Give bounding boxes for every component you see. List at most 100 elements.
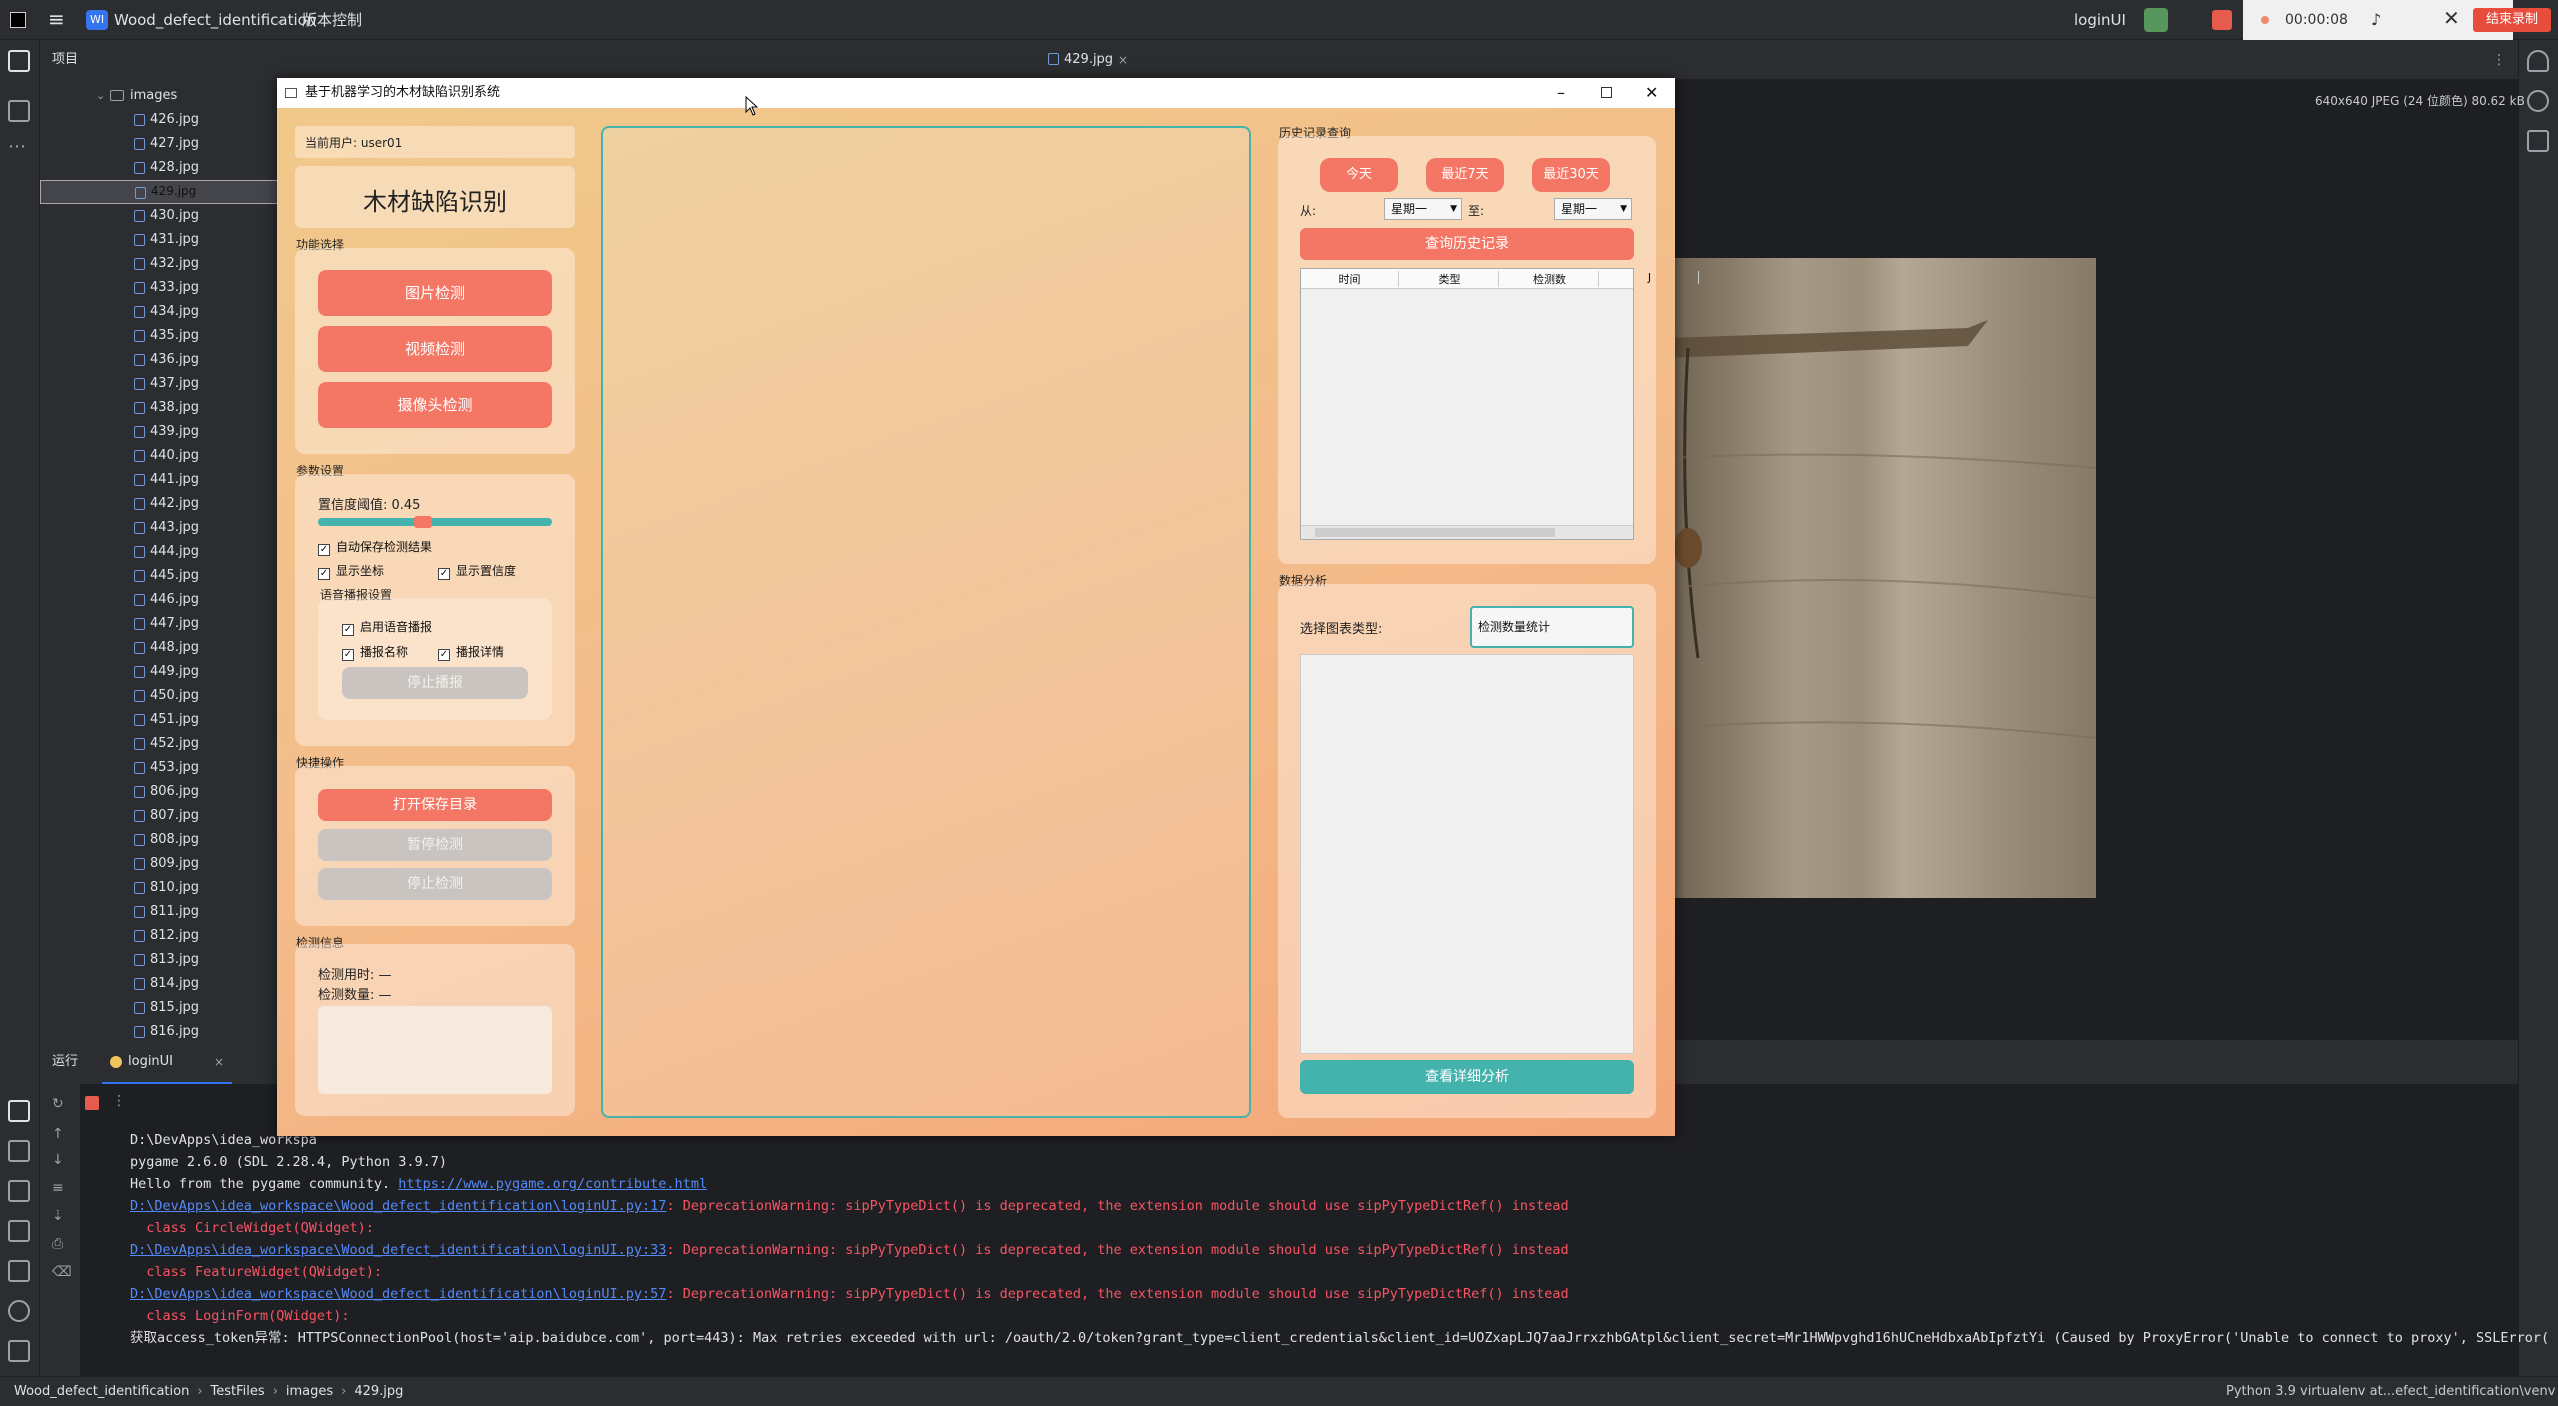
last-7-days-button[interactable]: 最近7天 bbox=[1426, 158, 1504, 192]
more-icon[interactable]: ⋮ bbox=[2492, 40, 2506, 80]
more-icon[interactable]: ⋮ bbox=[112, 1093, 126, 1109]
to-date-select[interactable]: 星期一 ▼ bbox=[1554, 198, 1632, 220]
end-recording-button[interactable]: 结束录制 bbox=[2473, 8, 2551, 32]
tree-file-item[interactable]: 443.jpg bbox=[40, 516, 280, 540]
tree-file-item[interactable]: 435.jpg bbox=[40, 324, 280, 348]
ai-assistant-icon[interactable] bbox=[2527, 90, 2549, 112]
project-tool-icon[interactable] bbox=[8, 50, 30, 72]
video-detect-button[interactable]: 视频检测 bbox=[318, 326, 552, 372]
tree-file-item[interactable]: 813.jpg bbox=[40, 948, 280, 972]
voice-detail-checkbox[interactable]: ✓ 播报详情 bbox=[438, 643, 504, 661]
tree-file-item[interactable]: 806.jpg bbox=[40, 780, 280, 804]
tree-file-item[interactable]: 428.jpg bbox=[40, 156, 280, 180]
problems-icon[interactable] bbox=[8, 1300, 30, 1322]
structure-tool-icon[interactable] bbox=[8, 100, 30, 122]
show-coords-checkbox[interactable]: ✓ 显示坐标 bbox=[318, 562, 384, 580]
vcs-menu[interactable]: 版本控制 bbox=[302, 0, 362, 40]
show-confidence-checkbox[interactable]: ✓ 显示置信度 bbox=[438, 562, 516, 580]
soft-wrap-icon[interactable]: ≡ bbox=[52, 1180, 64, 1196]
stop-icon[interactable] bbox=[85, 1096, 99, 1110]
print-icon[interactable]: ⎙ bbox=[52, 1236, 63, 1252]
breadcrumb-item[interactable]: images bbox=[286, 1384, 333, 1399]
tree-file-item[interactable]: 437.jpg bbox=[40, 372, 280, 396]
tree-file-item[interactable]: 441.jpg bbox=[40, 468, 280, 492]
database-icon[interactable] bbox=[2527, 130, 2549, 152]
layers-icon[interactable] bbox=[8, 1180, 30, 1202]
terminal-icon[interactable] bbox=[8, 1260, 30, 1282]
chart-type-select[interactable]: 检测数量统计 bbox=[1470, 606, 1634, 648]
tree-file-item[interactable]: 449.jpg bbox=[40, 660, 280, 684]
stop-voice-button[interactable]: 停止播报 bbox=[342, 667, 528, 699]
git-icon[interactable] bbox=[8, 1340, 30, 1362]
tree-file-item[interactable]: 811.jpg bbox=[40, 900, 280, 924]
tree-file-item[interactable]: 439.jpg bbox=[40, 420, 280, 444]
editor-tab[interactable]: 429.jpg × bbox=[1040, 40, 1132, 80]
slider-handle[interactable] bbox=[414, 516, 433, 528]
camera-detect-button[interactable]: 摄像头检测 bbox=[318, 382, 552, 428]
tree-file-item[interactable]: 431.jpg bbox=[40, 228, 280, 252]
tree-file-item[interactable]: 445.jpg bbox=[40, 564, 280, 588]
query-history-button[interactable]: 查询历史记录 bbox=[1300, 228, 1634, 260]
tree-file-item[interactable]: 438.jpg bbox=[40, 396, 280, 420]
confidence-slider[interactable] bbox=[318, 516, 552, 528]
rerun-icon[interactable] bbox=[2144, 8, 2168, 32]
tree-file-item[interactable]: 442.jpg bbox=[40, 492, 280, 516]
tree-file-item[interactable]: 814.jpg bbox=[40, 972, 280, 996]
stop-detect-button[interactable]: 停止检测 bbox=[318, 868, 552, 900]
tree-file-item[interactable]: 440.jpg bbox=[40, 444, 280, 468]
pause-detect-button[interactable]: 暂停检测 bbox=[318, 829, 552, 861]
info-textbox[interactable] bbox=[318, 1006, 552, 1094]
tree-file-item[interactable]: 433.jpg bbox=[40, 276, 280, 300]
tree-file-item[interactable]: 810.jpg bbox=[40, 876, 280, 900]
tree-file-item[interactable]: 444.jpg bbox=[40, 540, 280, 564]
table-header-cell[interactable]: J bbox=[1601, 271, 1699, 284]
table-header-cell[interactable]: 检测数 bbox=[1501, 271, 1599, 287]
tree-file-item[interactable]: 812.jpg bbox=[40, 924, 280, 948]
voice-name-checkbox[interactable]: ✓ 播报名称 bbox=[342, 643, 408, 661]
horizontal-scrollbar[interactable] bbox=[1301, 525, 1633, 539]
from-date-select[interactable]: 星期一 ▼ bbox=[1384, 198, 1462, 220]
breadcrumb-item[interactable]: TestFiles bbox=[211, 1384, 265, 1399]
tree-file-item[interactable]: 451.jpg bbox=[40, 708, 280, 732]
tree-file-item[interactable]: 427.jpg bbox=[40, 132, 280, 156]
last-30-days-button[interactable]: 最近30天 bbox=[1532, 158, 1610, 192]
main-menu-icon[interactable]: ≡ bbox=[48, 9, 68, 30]
close-icon[interactable]: × bbox=[1118, 40, 1128, 80]
run-tool-icon[interactable] bbox=[8, 1100, 30, 1122]
run-tab[interactable]: loginUI × bbox=[102, 1040, 232, 1084]
today-button[interactable]: 今天 bbox=[1320, 158, 1398, 192]
image-detect-button[interactable]: 图片检测 bbox=[318, 270, 552, 316]
volume-icon[interactable]: ♪ bbox=[2371, 10, 2381, 29]
tree-folder-images[interactable]: ⌄ images bbox=[40, 84, 280, 108]
tree-file-item[interactable]: 452.jpg bbox=[40, 732, 280, 756]
tree-file-item[interactable]: 447.jpg bbox=[40, 612, 280, 636]
trash-icon[interactable]: ⌫ bbox=[52, 1264, 72, 1280]
notifications-icon[interactable] bbox=[2527, 50, 2549, 72]
project-view-selector[interactable]: 项目 bbox=[52, 40, 78, 80]
console-link[interactable]: D:\DevApps\idea_workspace\Wood_defect_id… bbox=[130, 1242, 666, 1258]
stop-icon[interactable] bbox=[2212, 10, 2232, 30]
arrow-down-icon[interactable]: ↓ bbox=[52, 1152, 64, 1168]
arrow-up-icon[interactable]: ↑ bbox=[52, 1126, 64, 1142]
scrollbar-thumb[interactable] bbox=[1315, 528, 1555, 537]
enable-voice-checkbox[interactable]: ✓ 启用语音播报 bbox=[342, 618, 432, 636]
python-packages-icon[interactable] bbox=[8, 1140, 30, 1162]
close-icon[interactable]: ✕ bbox=[1645, 78, 1658, 108]
autosave-checkbox[interactable]: ✓ 自动保存检测结果 bbox=[318, 538, 432, 556]
console-link[interactable]: D:\DevApps\idea_workspace\Wood_defect_id… bbox=[130, 1286, 666, 1302]
tree-file-item[interactable]: 448.jpg bbox=[40, 636, 280, 660]
tree-file-item[interactable]: 808.jpg bbox=[40, 828, 280, 852]
python-interpreter[interactable]: Python 3.9 virtualenv at...efect_identif… bbox=[2226, 1377, 2555, 1406]
tree-file-item[interactable]: 450.jpg bbox=[40, 684, 280, 708]
tree-file-item[interactable]: 432.jpg bbox=[40, 252, 280, 276]
close-icon[interactable]: ✕ bbox=[2443, 6, 2460, 30]
close-icon[interactable]: × bbox=[214, 1040, 224, 1084]
tree-file-item[interactable]: 815.jpg bbox=[40, 996, 280, 1020]
breadcrumb-item[interactable]: 429.jpg bbox=[354, 1384, 403, 1399]
console-link[interactable]: D:\DevApps\idea_workspace\Wood_defect_id… bbox=[130, 1198, 666, 1214]
table-header-cell[interactable]: 类型 bbox=[1401, 271, 1499, 287]
tree-file-item[interactable]: 807.jpg bbox=[40, 804, 280, 828]
detailed-analysis-button[interactable]: 查看详细分析 bbox=[1300, 1060, 1634, 1094]
run-config-selector[interactable]: loginUI bbox=[2074, 0, 2126, 40]
breadcrumb-item[interactable]: Wood_defect_identification bbox=[14, 1384, 189, 1399]
